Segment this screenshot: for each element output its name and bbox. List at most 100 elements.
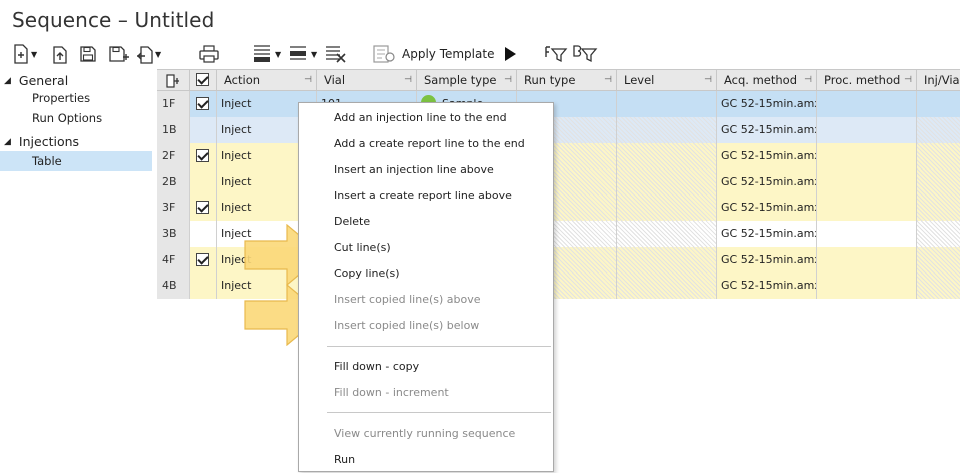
cell-proc-method[interactable]: [817, 169, 917, 195]
cell-inj[interactable]: [917, 273, 960, 299]
table-row[interactable]: 2F Inject GC 52-15min.amx: [157, 143, 960, 169]
row-checkbox-cell[interactable]: [190, 247, 217, 273]
row-checkbox-cell[interactable]: [190, 195, 217, 221]
cell-acq-method[interactable]: GC 52-15min.amx: [717, 91, 817, 117]
menu-item-cut-lines[interactable]: Cut line(s): [299, 235, 553, 261]
filter-f-button[interactable]: [544, 42, 568, 66]
row-checkbox[interactable]: [196, 201, 209, 214]
select-all-header[interactable]: [190, 70, 217, 91]
nav-group-injections[interactable]: ◢ Injections: [4, 134, 79, 149]
menu-item-insert-create-report-line-above[interactable]: Insert a create report line above: [299, 183, 553, 209]
column-header-level[interactable]: Level ⊣: [617, 70, 717, 91]
row-checkbox[interactable]: [196, 149, 209, 162]
menu-item-insert-copied-below[interactable]: Insert copied line(s) below: [299, 313, 553, 339]
nav-group-general[interactable]: ◢ General: [4, 73, 68, 88]
cell-inj[interactable]: [917, 195, 960, 221]
column-header-action[interactable]: Action ⊣: [217, 70, 317, 91]
remove-rows-button[interactable]: [324, 42, 348, 66]
menu-item-add-injection-line[interactable]: Add an injection line to the end: [299, 105, 553, 131]
cell-level[interactable]: [617, 273, 717, 299]
cell-acq-method[interactable]: GC 52-15min.amx: [717, 221, 817, 247]
cell-proc-method[interactable]: [817, 117, 917, 143]
cell-inj[interactable]: [917, 143, 960, 169]
open-button[interactable]: [52, 42, 68, 66]
select-all-checkbox[interactable]: [196, 73, 209, 86]
cell-level[interactable]: [617, 117, 717, 143]
nav-item-run-options[interactable]: Run Options: [0, 108, 152, 128]
row-checkbox[interactable]: [196, 97, 209, 110]
cell-acq-method[interactable]: GC 52-15min.amx: [717, 117, 817, 143]
row-checkbox-cell[interactable]: [190, 143, 217, 169]
delete-row-button[interactable]: ▼: [288, 42, 317, 66]
cell-level[interactable]: [617, 195, 717, 221]
insert-row-button[interactable]: ▼: [252, 42, 281, 66]
pin-icon[interactable]: ⊣: [504, 70, 512, 90]
run-button[interactable]: [502, 42, 518, 66]
cell-proc-method[interactable]: [817, 195, 917, 221]
row-checkbox-cell[interactable]: [190, 117, 217, 143]
table-row[interactable]: 1B Inject GC 52-15min.amx: [157, 117, 960, 143]
pin-icon[interactable]: ⊣: [804, 70, 812, 90]
cell-acq-method[interactable]: GC 52-15min.amx: [717, 169, 817, 195]
menu-item-add-create-report-line[interactable]: Add a create report line to the end: [299, 131, 553, 157]
table-row[interactable]: 3F Inject GC 52-15min.amx: [157, 195, 960, 221]
cell-proc-method[interactable]: [817, 91, 917, 117]
menu-item-fill-down-copy[interactable]: Fill down - copy: [299, 354, 553, 380]
cell-acq-method[interactable]: GC 52-15min.amx: [717, 195, 817, 221]
row-checkbox[interactable]: [196, 253, 209, 266]
cell-proc-method[interactable]: [817, 247, 917, 273]
cell-inj[interactable]: [917, 91, 960, 117]
cell-inj[interactable]: [917, 221, 960, 247]
save-button[interactable]: [79, 42, 97, 66]
row-checkbox-cell[interactable]: [190, 91, 217, 117]
row-checkbox-cell[interactable]: [190, 221, 217, 247]
row-checkbox-cell[interactable]: [190, 169, 217, 195]
cell-level[interactable]: [617, 91, 717, 117]
table-row[interactable]: 1FInject101SampleGC 52-15min.amx: [157, 91, 960, 117]
cell-inj[interactable]: [917, 247, 960, 273]
cell-level[interactable]: [617, 247, 717, 273]
column-header-sample-type[interactable]: Sample type ⊣: [417, 70, 517, 91]
cell-proc-method[interactable]: [817, 143, 917, 169]
cell-acq-method[interactable]: GC 52-15min.amx: [717, 247, 817, 273]
nav-item-properties[interactable]: Properties: [0, 88, 152, 108]
table-row[interactable]: 2B Inject GC 52-15min.amx: [157, 169, 960, 195]
row-selector-header[interactable]: [157, 70, 190, 91]
filter-b-button[interactable]: [572, 42, 598, 66]
pin-icon[interactable]: ⊣: [604, 70, 612, 90]
cell-level[interactable]: [617, 169, 717, 195]
menu-item-copy-lines[interactable]: Copy line(s): [299, 261, 553, 287]
cell-inj[interactable]: [917, 169, 960, 195]
apply-template-button[interactable]: Apply Template: [372, 42, 494, 66]
column-header-vial[interactable]: Vial ⊣: [317, 70, 417, 91]
menu-item-run[interactable]: Run: [299, 447, 553, 473]
template-icon: [373, 45, 395, 63]
cell-proc-method[interactable]: [817, 221, 917, 247]
menu-item-view-running-sequence[interactable]: View currently running sequence: [299, 421, 553, 447]
cell-inj[interactable]: [917, 117, 960, 143]
cell-acq-method[interactable]: GC 52-15min.amx: [717, 273, 817, 299]
cell-acq-method[interactable]: GC 52-15min.amx: [717, 143, 817, 169]
import-button[interactable]: ▼: [136, 42, 161, 66]
column-header-proc-method[interactable]: Proc. method ⊣: [817, 70, 917, 91]
nav-item-table[interactable]: Table: [0, 151, 152, 171]
pin-icon[interactable]: ⊣: [704, 70, 712, 90]
row-checkbox-cell[interactable]: [190, 273, 217, 299]
column-header-run-type[interactable]: Run type ⊣: [517, 70, 617, 91]
save-as-button[interactable]: [108, 42, 130, 66]
menu-item-fill-down-increment[interactable]: Fill down - increment: [299, 380, 553, 406]
menu-item-insert-injection-line-above[interactable]: Insert an injection line above: [299, 157, 553, 183]
new-sequence-icon: [14, 44, 28, 64]
pin-icon[interactable]: ⊣: [404, 70, 412, 90]
cell-level[interactable]: [617, 143, 717, 169]
column-header-acq-method[interactable]: Acq. method ⊣: [717, 70, 817, 91]
new-sequence-button[interactable]: ▼: [12, 42, 37, 66]
pin-icon[interactable]: ⊣: [904, 70, 912, 90]
column-header-inj-vial[interactable]: Inj/Via: [917, 70, 960, 91]
pin-icon[interactable]: ⊣: [304, 70, 312, 90]
menu-item-insert-copied-above[interactable]: Insert copied line(s) above: [299, 287, 553, 313]
menu-item-delete[interactable]: Delete: [299, 209, 553, 235]
print-button[interactable]: [198, 42, 220, 66]
cell-proc-method[interactable]: [817, 273, 917, 299]
cell-level[interactable]: [617, 221, 717, 247]
